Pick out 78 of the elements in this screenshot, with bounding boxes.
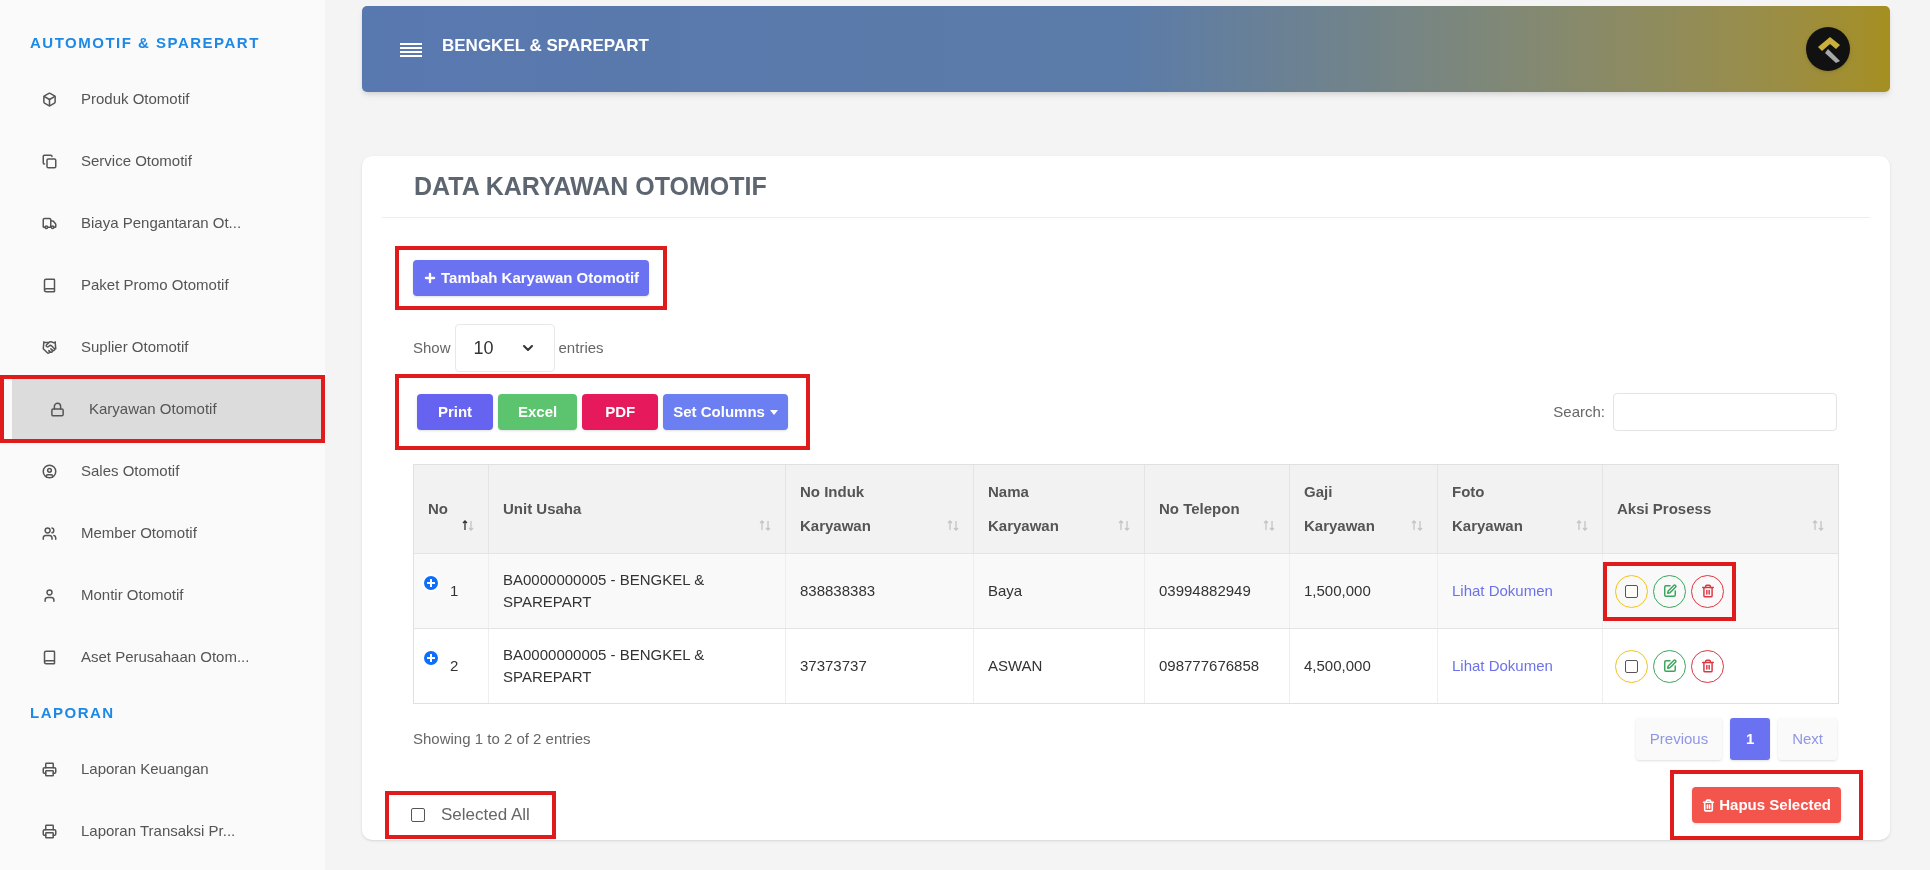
column-header[interactable]: No Telepon: [1159, 492, 1240, 526]
row-checkbox[interactable]: [1625, 659, 1638, 673]
edit-icon: [1662, 659, 1677, 673]
table-cell-text: ASWAN: [988, 656, 1043, 676]
table-cell-text: 1,500,000: [1304, 581, 1371, 601]
truck-icon: [42, 215, 57, 231]
column-header[interactable]: Gaji Karyawan: [1304, 475, 1399, 543]
sidebar-item[interactable]: Suplier Otomotif: [4, 317, 321, 377]
table-cell-text: 838838383: [800, 581, 876, 601]
expand-icon[interactable]: [422, 574, 440, 592]
documents-icon: [42, 153, 57, 169]
book-icon: [42, 649, 57, 665]
box-icon: [42, 91, 57, 107]
handshake-icon: [42, 339, 57, 355]
users-icon: [42, 525, 57, 541]
sidebar-item[interactable]: Laporan Transaksi Pr...: [4, 801, 321, 861]
user-icon: [42, 587, 57, 603]
document-link[interactable]: Lihat Dokumen: [1452, 654, 1553, 678]
column-header[interactable]: Aksi Prosess: [1617, 492, 1712, 526]
dropdown-button[interactable]: Set Columns: [663, 394, 788, 430]
export-button[interactable]: PDF: [582, 394, 659, 430]
app-title: BENGKEL & SPAREPART: [442, 35, 649, 58]
sidebar-item[interactable]: Sales Otomotif: [4, 441, 321, 501]
column-header[interactable]: Foto Karyawan: [1452, 475, 1547, 543]
delete-selected-button[interactable]: Hapus Selected: [1692, 787, 1841, 823]
sidebar-item[interactable]: Biaya Pengantaran Ot...: [4, 193, 321, 253]
trash-icon: [1702, 798, 1716, 812]
book-icon: [42, 277, 57, 293]
sidebar-item[interactable]: Produk Otomotif: [4, 69, 321, 129]
sidebar-item[interactable]: Montir Otomotif: [4, 565, 321, 625]
sidebar-item[interactable]: Laporan Keuangan: [4, 739, 321, 799]
card-title: DATA KARYAWAN OTOMOTIF: [382, 156, 1870, 218]
expand-icon[interactable]: [422, 649, 440, 667]
select-all-label: Selected All: [441, 804, 530, 827]
sidebar-item[interactable]: Service Otomotif: [4, 131, 321, 191]
trash-icon: [1700, 584, 1715, 598]
logo-icon[interactable]: [1804, 25, 1852, 73]
add-employee-button[interactable]: Tambah Karyawan Otomotif: [413, 260, 650, 296]
show-label: Show: [413, 337, 451, 358]
page-button[interactable]: 1: [1730, 718, 1771, 760]
trash-icon: [1700, 659, 1715, 673]
search-field[interactable]: [1613, 393, 1837, 431]
sort-icon[interactable]: [462, 520, 474, 531]
entries-info: Showing 1 to 2 of 2 entries: [413, 728, 591, 749]
column-header[interactable]: No Induk Karyawan: [800, 475, 895, 543]
section-title: LAPORAN: [29, 703, 116, 723]
section-title: AUTOMOTIF & SPAREPART: [29, 33, 261, 53]
caret-icon: [769, 409, 778, 415]
table-cell-text: BA0000000005 - BENGKEL & SPAREPART: [503, 645, 706, 687]
table-cell-text: Baya: [988, 581, 1023, 601]
plus-icon: [423, 271, 437, 285]
table-cell-text: 03994882949: [1159, 581, 1251, 601]
column-header[interactable]: No: [428, 492, 448, 526]
table-cell-text: BA0000000005 - BENGKEL & SPAREPART: [503, 570, 706, 612]
entries-select[interactable]: 10: [454, 324, 555, 372]
padlock-icon: [50, 401, 65, 417]
table-cell-text: 2: [450, 655, 459, 676]
column-header[interactable]: Nama Karyawan: [988, 475, 1083, 543]
sidebar-item[interactable]: Paket Promo Otomotif: [4, 255, 321, 315]
sidebar-item[interactable]: Member Otomotif: [4, 503, 321, 563]
table-cell-text: 1: [450, 580, 459, 601]
table-cell-text: 37373737: [800, 656, 867, 676]
sidebar-item[interactable]: Karyawan Otomotif: [12, 379, 321, 439]
row-checkbox[interactable]: [1625, 584, 1638, 598]
menu-icon[interactable]: [400, 41, 422, 57]
export-button[interactable]: Print: [417, 394, 493, 430]
table-cell-text: 098777676858: [1159, 656, 1260, 676]
column-header[interactable]: Unit Usaha: [503, 492, 582, 526]
table-cell-text: 4,500,000: [1304, 656, 1371, 676]
search-label: Search:: [1553, 401, 1605, 422]
printer-icon: [42, 823, 57, 839]
entries-label: entries: [558, 337, 604, 358]
sidebar-item[interactable]: Aset Perusahaan Otom...: [4, 627, 321, 687]
printer-icon: [42, 761, 57, 777]
user-circle-icon: [42, 463, 57, 479]
edit-icon: [1662, 584, 1677, 598]
select-all-checkbox[interactable]: [411, 808, 425, 822]
document-link[interactable]: Lihat Dokumen: [1452, 579, 1553, 603]
